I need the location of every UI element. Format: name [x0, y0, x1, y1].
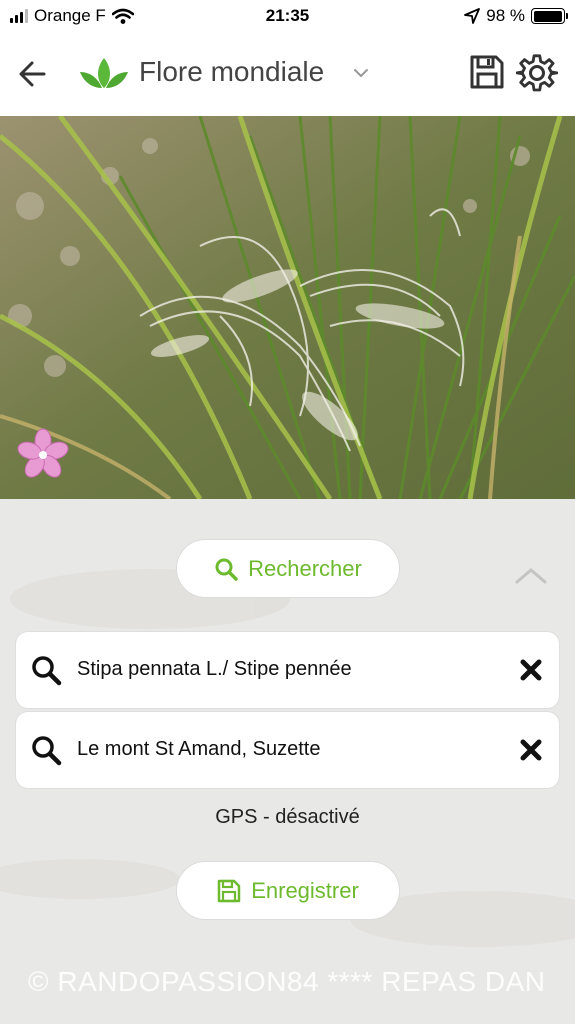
- chevron-down-icon[interactable]: [352, 64, 370, 82]
- plant-logo-icon: [80, 58, 128, 88]
- search-button-label: Rechercher: [248, 555, 362, 581]
- search-icon: [32, 656, 62, 686]
- back-arrow-icon[interactable]: [14, 54, 54, 94]
- plant-photo: [0, 116, 575, 499]
- save-icon: [217, 879, 241, 902]
- battery-icon: [531, 8, 568, 24]
- location-field[interactable]: Le mont St Amand, Suzette: [16, 712, 559, 788]
- location-value: Le mont St Amand, Suzette: [77, 738, 321, 760]
- search-button[interactable]: Rechercher: [176, 539, 400, 598]
- battery-percent: 98 %: [486, 6, 525, 25]
- close-icon[interactable]: [519, 738, 543, 762]
- gear-icon[interactable]: [516, 52, 558, 94]
- close-icon[interactable]: [519, 658, 543, 682]
- save-button[interactable]: Enregistrer: [176, 861, 400, 920]
- status-bar: Orange F 21:35 98 %: [0, 0, 575, 34]
- species-field[interactable]: Stipa pennata L./ Stipe pennée: [16, 632, 559, 708]
- search-icon: [32, 736, 62, 766]
- location-arrow-icon: [464, 8, 481, 24]
- save-button-label: Enregistrer: [251, 877, 359, 903]
- app-header: Flore mondiale: [0, 34, 575, 116]
- gps-status: GPS - désactivé: [215, 806, 360, 828]
- plant-photo-image: [0, 116, 575, 499]
- chevron-up-icon[interactable]: [512, 560, 550, 590]
- search-icon: [215, 558, 238, 581]
- app-title[interactable]: Flore mondiale: [139, 56, 324, 88]
- flower-icon[interactable]: [14, 426, 72, 484]
- species-value: Stipa pennata L./ Stipe pennée: [77, 658, 352, 680]
- watermark-text: © RANDOPASSION84 **** REPAS DAN: [28, 966, 546, 997]
- save-icon[interactable]: [467, 52, 507, 92]
